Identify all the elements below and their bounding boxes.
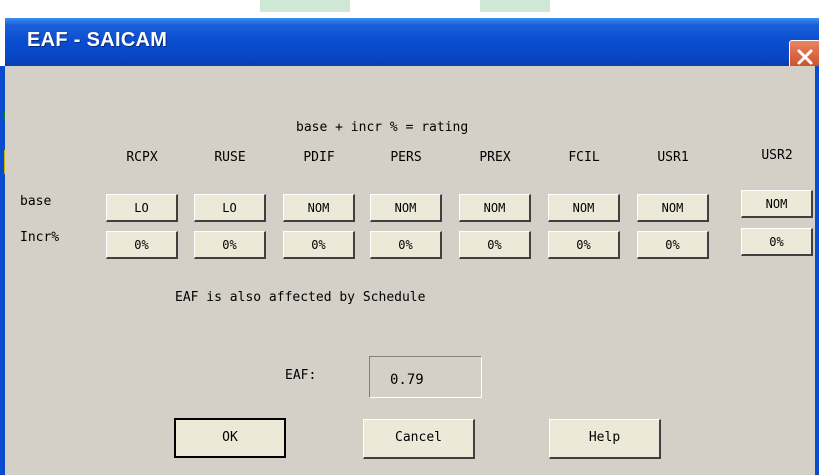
base-pers-button[interactable]: NOM [370, 194, 442, 222]
base-fcil-button[interactable]: NOM [548, 194, 620, 222]
incr-usr2-button[interactable]: 0% [741, 228, 813, 256]
schedule-note: EAF is also affected by Schedule [175, 290, 426, 305]
column-header: PREX [479, 150, 511, 165]
base-ruse-button[interactable]: LO [194, 194, 266, 222]
column-header: FCIL [568, 150, 600, 165]
eaf-label: EAF: [285, 368, 317, 383]
base-usr2-button[interactable]: NOM [741, 190, 813, 218]
window-frame-right [815, 66, 819, 475]
close-icon [797, 49, 813, 65]
column-header: RUSE [214, 150, 246, 165]
base-usr1-button[interactable]: NOM [637, 194, 709, 222]
title-bar[interactable]: EAF - SAICAM [5, 18, 819, 74]
column-header: PERS [390, 150, 422, 165]
formula-heading: base + incr % = rating [296, 120, 469, 135]
incr-fcil-button[interactable]: 0% [548, 231, 620, 259]
incr-rcpx-button[interactable]: 0% [106, 231, 178, 259]
help-button[interactable]: Help [549, 419, 661, 459]
column-header: RCPX [126, 150, 158, 165]
incr-ruse-button[interactable]: 0% [194, 231, 266, 259]
column-header: PDIF [303, 150, 335, 165]
ok-button[interactable]: OK [174, 418, 286, 458]
row-label-base: base [20, 194, 52, 209]
window-title: EAF - SAICAM [27, 29, 168, 51]
incr-pers-button[interactable]: 0% [370, 231, 442, 259]
incr-pdif-button[interactable]: 0% [283, 231, 355, 259]
desktop-background [0, 0, 819, 20]
incr-prex-button[interactable]: 0% [459, 231, 531, 259]
incr-usr1-button[interactable]: 0% [637, 231, 709, 259]
eaf-value-field: 0.79 [369, 356, 482, 398]
column-header: USR1 [657, 150, 689, 165]
base-prex-button[interactable]: NOM [459, 194, 531, 222]
cancel-button[interactable]: Cancel [363, 419, 475, 459]
background-decoration [480, 0, 550, 12]
background-decoration [260, 0, 350, 12]
base-rcpx-button[interactable]: LO [106, 194, 178, 222]
row-label-incr: Incr% [20, 230, 60, 245]
column-header: USR2 [761, 148, 793, 163]
base-pdif-button[interactable]: NOM [283, 194, 355, 222]
